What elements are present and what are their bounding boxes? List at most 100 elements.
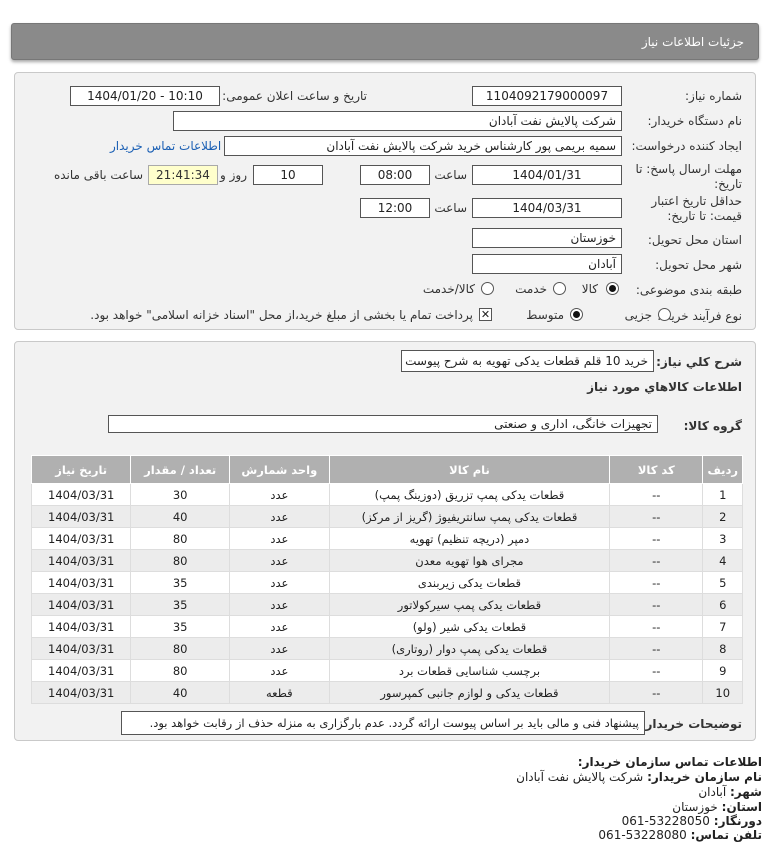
cell-qty: 40 xyxy=(130,681,230,704)
cell-unit: عدد xyxy=(228,593,330,616)
remaining-time-field: 21:41:34 xyxy=(148,165,218,185)
cell-row: 2 xyxy=(702,505,743,528)
remaining-label: ساعت باقی مانده xyxy=(53,168,143,182)
cell-row: 3 xyxy=(702,527,743,550)
page-header: جزئیات اطلاعات نیاز xyxy=(11,23,759,60)
cell-qty: 80 xyxy=(130,527,230,550)
process-radio-medium[interactable] xyxy=(570,308,583,321)
cell-date: 1404/03/31 xyxy=(30,505,132,528)
cell-qty: 35 xyxy=(130,571,230,594)
cell-code: -- xyxy=(609,549,704,572)
table-row: 9 -- برچسب شناسایی قطعات برد عدد 80 1404/03/3… xyxy=(30,659,743,682)
buyer-contact-link[interactable]: اطلاعات تماس خریدار xyxy=(110,139,221,153)
table-row: 5 -- قطعات یدکی زیربندی عدد 35 1404/03/31 xyxy=(30,571,743,594)
table-row: 3 -- دمپر (دریچه تنظیم) تهویه عدد 80 1404/03/… xyxy=(30,527,743,550)
cell-row: 10 xyxy=(702,681,743,704)
page-title: جزئیات اطلاعات نیاز xyxy=(641,35,744,49)
province-label: استان محل تحویل: xyxy=(647,233,742,247)
need-number-field: 1104092179000097 xyxy=(472,86,622,106)
cell-row: 7 xyxy=(702,615,743,638)
cell-unit: عدد xyxy=(228,571,330,594)
payment-note: پرداخت تمام یا بخشی از مبلغ خرید،از محل … xyxy=(90,308,473,322)
category-radio-goods[interactable] xyxy=(606,282,619,295)
cell-qty: 40 xyxy=(130,505,230,528)
cell-qty: 35 xyxy=(130,593,230,616)
contact-province: استان: خوزستان xyxy=(672,800,762,814)
cell-unit: عدد xyxy=(228,549,330,572)
validity-time-field: 12:00 xyxy=(360,198,430,218)
col-qty: تعداد / مقدار xyxy=(130,455,230,484)
cell-date: 1404/03/31 xyxy=(30,483,132,506)
need-number-label: شماره نیاز: xyxy=(685,89,742,103)
cell-code: -- xyxy=(609,637,704,660)
treasury-checkbox[interactable]: ✕ xyxy=(479,308,492,321)
cell-unit: عدد xyxy=(228,659,330,682)
cell-date: 1404/03/31 xyxy=(30,615,132,638)
category-option-service: خدمت xyxy=(515,282,547,296)
col-code: کد کالا xyxy=(609,455,704,484)
table-row: 7 -- قطعات یدکی شیر (ولو) عدد 35 1404/03/31 xyxy=(30,615,743,638)
validity-date-field: 1404/03/31 xyxy=(472,198,622,218)
cell-qty: 35 xyxy=(130,615,230,638)
items-table: ردیف کد کالا نام کالا واحد شمارش تعداد /… xyxy=(30,455,743,704)
cell-unit: عدد xyxy=(228,615,330,638)
cell-qty: 30 xyxy=(130,483,230,506)
cell-name: قطعات یدکی زیربندی xyxy=(328,571,611,594)
table-row: 2 -- قطعات یدکی پمپ سانتریفیوژ (گریز از مر… xyxy=(30,505,743,528)
cell-unit: عدد xyxy=(228,637,330,660)
cell-unit: عدد xyxy=(228,527,330,550)
validity-label-1: حداقل تاریخ اعتبار xyxy=(651,194,742,208)
buyer-notes-label: توضیحات خریدار: xyxy=(640,717,742,731)
cell-date: 1404/03/31 xyxy=(30,527,132,550)
process-radio-minor[interactable] xyxy=(658,308,671,321)
contact-city: شهر: آبادان xyxy=(698,785,762,799)
category-radio-both[interactable] xyxy=(481,282,494,295)
cell-unit: عدد xyxy=(228,505,330,528)
buyer-notes-field: پیشنهاد فنی و مالی باید بر اساس پیوست ار… xyxy=(121,711,645,735)
col-unit: واحد شمارش xyxy=(228,455,330,484)
goods-group-field: تجهیزات خانگی، اداری و صنعتی xyxy=(108,415,658,433)
col-name: نام کالا xyxy=(328,455,611,484)
cell-date: 1404/03/31 xyxy=(30,571,132,594)
contact-org: نام سازمان خریدار: شرکت پالایش نفت آبادا… xyxy=(516,770,762,784)
contact-phone: تلفن تماس: 061-53228080 xyxy=(598,828,762,842)
cell-row: 5 xyxy=(702,571,743,594)
category-label: طبقه بندی موضوعی: xyxy=(635,283,742,297)
goods-info-title: اطلاعات کالاهاي مورد نياز xyxy=(587,380,742,394)
cell-row: 8 xyxy=(702,637,743,660)
validity-time-label: ساعت xyxy=(434,201,467,215)
process-option-minor: جزیی xyxy=(624,308,652,322)
items-table-header: ردیف کد کالا نام کالا واحد شمارش تعداد /… xyxy=(30,455,743,484)
cell-qty: 80 xyxy=(130,637,230,660)
buyer-org-label: نام دستگاه خریدار: xyxy=(647,114,743,128)
deadline-time-field: 08:00 xyxy=(360,165,430,185)
cell-name: دمپر (دریچه تنظیم) تهویه xyxy=(328,527,611,550)
city-field: آبادان xyxy=(472,254,622,274)
cell-code: -- xyxy=(609,593,704,616)
cell-code: -- xyxy=(609,615,704,638)
cell-row: 9 xyxy=(702,659,743,682)
cell-code: -- xyxy=(609,483,704,506)
cell-name: قطعات یدکی شیر (ولو) xyxy=(328,615,611,638)
col-row: ردیف xyxy=(702,455,743,484)
cell-qty: 80 xyxy=(130,659,230,682)
announce-field: 1404/01/20 - 10:10 xyxy=(70,86,220,106)
category-radio-service[interactable] xyxy=(553,282,566,295)
days-field: 10 xyxy=(253,165,323,185)
days-label: روز و xyxy=(220,168,247,182)
contact-title: اطلاعات تماس سازمان خریدار: xyxy=(577,755,762,769)
creator-label: ایجاد کننده درخواست: xyxy=(631,139,742,153)
creator-field: سمیه بریمی پور کارشناس خرید شرکت پالایش … xyxy=(224,136,622,156)
table-row: 4 -- مجرای هوا تهویه معدن عدد 80 1404/03/31 xyxy=(30,549,743,572)
cell-date: 1404/03/31 xyxy=(30,659,132,682)
contact-fax: دورنگار: 061-53228050 xyxy=(621,814,762,828)
validity-label-2: قیمت: تا تاریخ: xyxy=(667,209,742,223)
cell-name: مجرای هوا تهویه معدن xyxy=(328,549,611,572)
goods-group-label: گروه کالا: xyxy=(683,419,742,433)
deadline-time-label: ساعت xyxy=(434,168,467,182)
cell-code: -- xyxy=(609,571,704,594)
cell-date: 1404/03/31 xyxy=(30,593,132,616)
province-field: خوزستان xyxy=(472,228,622,248)
cell-name: قطعات یدکی و لوازم جانبی کمپرسور xyxy=(328,681,611,704)
cell-name: برچسب شناسایی قطعات برد xyxy=(328,659,611,682)
